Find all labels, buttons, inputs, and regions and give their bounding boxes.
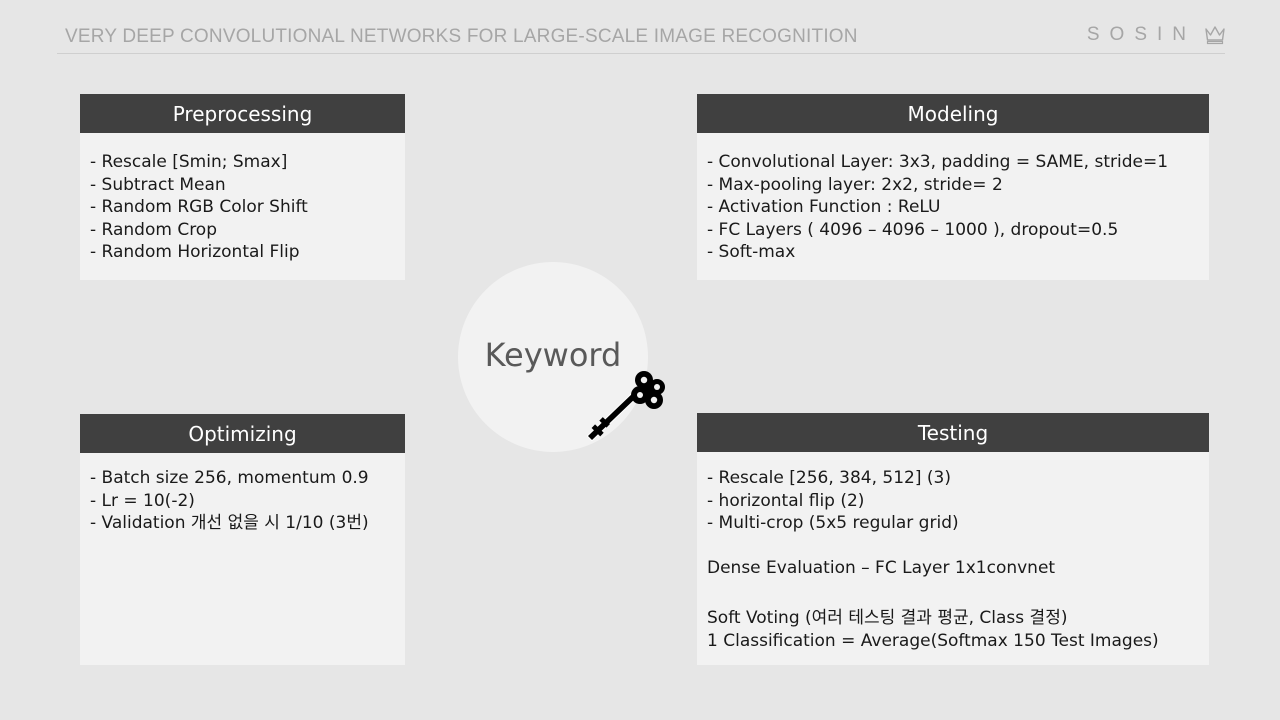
optimizing-list: - Batch size 256, momentum 0.9 - Lr = 10… xyxy=(80,453,405,535)
testing-panel: Testing - Rescale [256, 384, 512] (3) - … xyxy=(697,413,1209,665)
list-item: - FC Layers ( 4096 – 4096 – 1000 ), drop… xyxy=(707,219,1119,240)
key-icon xyxy=(586,371,665,442)
list-item: - Rescale [Smin; Smax] xyxy=(90,152,288,172)
list-item: - Multi-crop (5x5 regular grid) xyxy=(707,513,959,533)
brand-name: SOSIN xyxy=(1086,24,1196,45)
soft-voting-text: Soft Voting (여러 테스팅 결과 평균, Class 결정) xyxy=(707,608,1068,628)
preprocessing-list: - Rescale [Smin; Smax] - Subtract Mean -… xyxy=(80,133,405,264)
list-item: - Max-pooling layer: 2x2, stride= 2 xyxy=(707,174,1003,195)
optimizing-panel: Optimizing - Batch size 256, momentum 0.… xyxy=(80,414,405,665)
optimizing-title: Optimizing xyxy=(80,414,405,453)
modeling-title: Modeling xyxy=(697,94,1209,133)
preprocessing-title: Preprocessing xyxy=(80,94,405,133)
list-item: - Lr = 10(-2) xyxy=(90,490,195,511)
list-item: - Random Horizontal Flip xyxy=(90,242,300,262)
header-divider xyxy=(57,53,1225,54)
brand: SOSIN xyxy=(1087,24,1226,46)
list-item: - Subtract Mean xyxy=(90,174,226,195)
list-item: - Activation Function : ReLU xyxy=(707,197,941,217)
modeling-panel: Modeling - Convolutional Layer: 3x3, pad… xyxy=(697,94,1209,280)
list-item: - Validation 개선 없을 시 1/10 (3번) xyxy=(90,513,369,533)
classification-text: 1 Classification = Average(Softmax 150 T… xyxy=(707,630,1159,651)
list-item: - Rescale [256, 384, 512] (3) xyxy=(707,468,951,488)
modeling-list: - Convolutional Layer: 3x3, padding = SA… xyxy=(697,133,1209,264)
preprocessing-panel: Preprocessing - Rescale [Smin; Smax] - S… xyxy=(80,94,405,280)
crown-icon xyxy=(1205,26,1225,45)
testing-list: - Rescale [256, 384, 512] (3) - horizont… xyxy=(697,452,1209,652)
list-item: - Soft-max xyxy=(707,242,796,262)
list-item: - horizontal flip (2) xyxy=(707,490,865,511)
list-item: - Batch size 256, momentum 0.9 xyxy=(90,468,369,488)
testing-title: Testing xyxy=(697,413,1209,452)
header-title: VERY DEEP CONVOLUTIONAL NETWORKS FOR LAR… xyxy=(65,26,858,47)
list-item: - Random RGB Color Shift xyxy=(90,197,308,217)
list-item: - Convolutional Layer: 3x3, padding = SA… xyxy=(707,152,1169,172)
dense-evaluation-text: Dense Evaluation – FC Layer 1x1convnet xyxy=(707,557,1056,578)
list-item: - Random Crop xyxy=(90,219,218,240)
